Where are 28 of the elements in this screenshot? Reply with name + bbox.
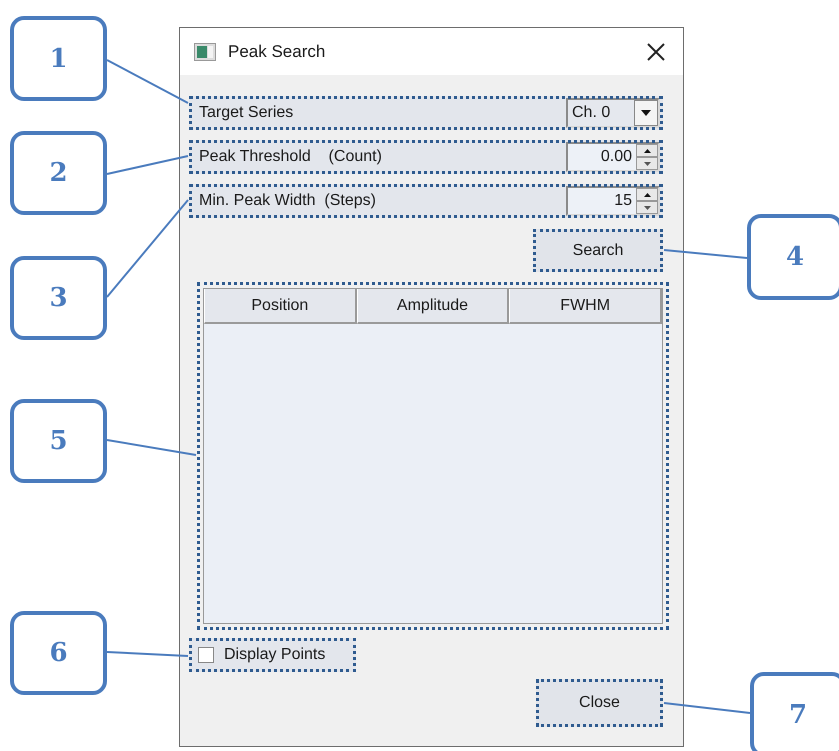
field-label: Peak Threshold (Count) <box>199 148 382 166</box>
series-dropdown[interactable]: Ch. 0 <box>566 98 660 128</box>
callout-number: 4 <box>747 214 839 300</box>
field-label: Target Series <box>199 104 294 122</box>
app-icon <box>194 42 216 60</box>
callout-number: 6 <box>10 611 107 695</box>
checkbox-label: Display Points <box>224 646 326 664</box>
dropdown-arrow-icon <box>641 110 651 116</box>
callout-number: 5 <box>10 399 107 483</box>
checkbox[interactable] <box>198 647 214 663</box>
down-arrow-icon[interactable] <box>644 162 650 166</box>
callout-number: 3 <box>10 256 107 340</box>
column-header[interactable]: Amplitude <box>356 289 510 324</box>
up-arrow-icon[interactable] <box>644 148 650 152</box>
search-button[interactable]: Search <box>533 229 663 272</box>
callout-number: 2 <box>10 131 107 215</box>
window-title: Peak Search <box>228 42 326 62</box>
close-button[interactable]: Close <box>536 679 663 727</box>
column-header[interactable]: Position <box>204 289 357 324</box>
callout-number: 1 <box>10 16 107 101</box>
spin-box[interactable]: 15 <box>566 186 660 216</box>
checkbox-row[interactable]: Display Points <box>189 638 356 672</box>
field-label: Min. Peak Width (Steps) <box>199 192 376 210</box>
spin-box[interactable]: 0.00 <box>566 142 660 172</box>
callout-number: 7 <box>750 672 839 751</box>
up-arrow-icon[interactable] <box>644 192 650 196</box>
down-arrow-icon[interactable] <box>644 206 650 210</box>
column-header[interactable]: FWHM <box>509 289 662 324</box>
